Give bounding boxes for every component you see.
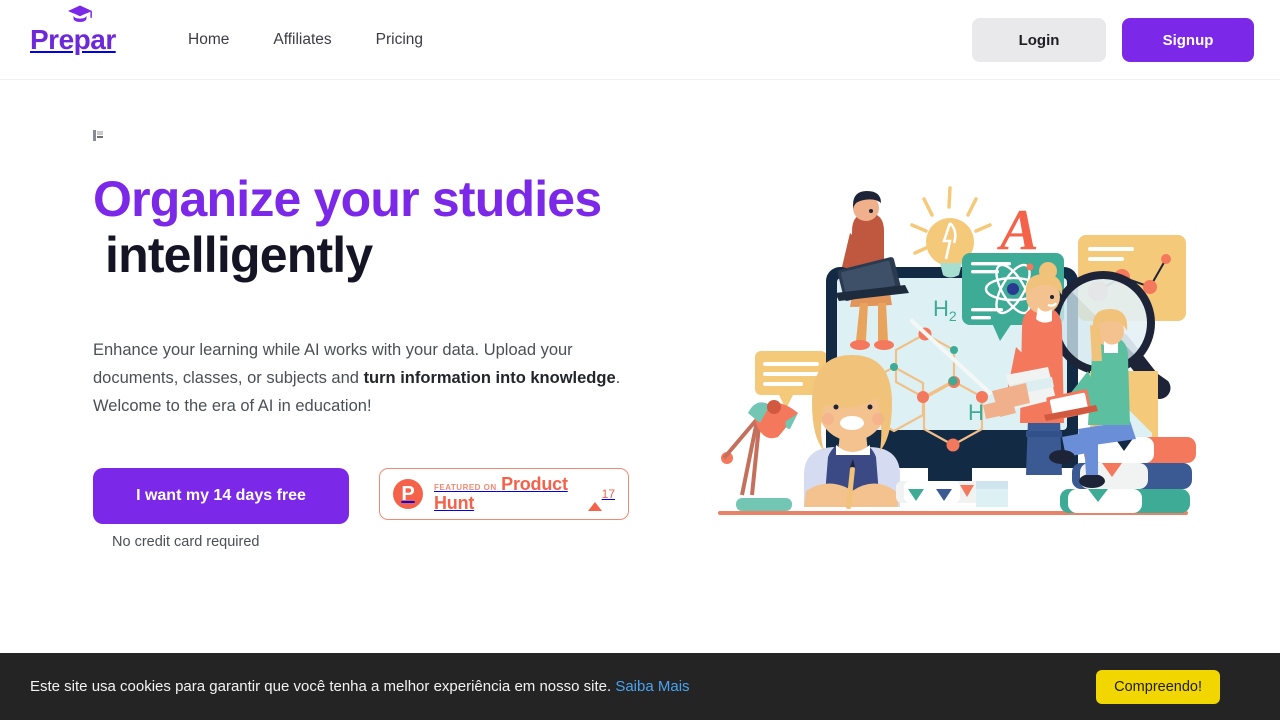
site-header: Prepar Home Affiliates Pricing Login Sig… xyxy=(0,0,1280,80)
cookie-accept-button[interactable]: Compreendo! xyxy=(1096,669,1220,704)
no-credit-card-note: No credit card required xyxy=(112,534,260,550)
hero-description-bold: turn information into knowledge xyxy=(363,369,616,387)
product-hunt-logo-icon: P xyxy=(393,479,423,509)
formula-h-label: H xyxy=(968,400,984,425)
nav-item-pricing[interactable]: Pricing xyxy=(376,31,423,49)
broken-image-placeholder-icon xyxy=(93,130,103,141)
logo-text: Prepar xyxy=(30,24,116,55)
hero-illustration: H2 H A xyxy=(700,175,1200,530)
cookie-consent-banner: Este site usa cookies para garantir que … xyxy=(0,653,1280,720)
product-hunt-name: Product Hunt xyxy=(434,474,568,513)
logo[interactable]: Prepar xyxy=(30,5,116,64)
student-at-desk-figure xyxy=(804,355,900,510)
page-title-accent: Organize your studies xyxy=(93,171,602,227)
signup-button[interactable]: Signup xyxy=(1122,18,1254,62)
product-hunt-votes: 17 xyxy=(587,485,615,511)
cta-group: I want my 14 days free No credit card re… xyxy=(93,468,349,550)
letter-a-icon: A xyxy=(997,197,1039,262)
login-button[interactable]: Login xyxy=(972,18,1106,62)
product-hunt-badge[interactable]: P FEATURED ON Product Hunt 17 xyxy=(379,468,629,520)
landing-page: Prepar Home Affiliates Pricing Login Sig… xyxy=(0,0,1280,720)
product-hunt-text: FEATURED ON Product Hunt xyxy=(434,475,577,513)
hero-description: Enhance your learning while AI works wit… xyxy=(93,336,633,420)
hero-content: Organize your studies intelligently Enha… xyxy=(93,130,693,550)
main-navigation: Home Affiliates Pricing xyxy=(188,0,423,80)
cookie-message-text: Este site usa cookies para garantir que … xyxy=(30,678,612,695)
nav-item-home[interactable]: Home xyxy=(188,31,229,49)
cookie-message: Este site usa cookies para garantir que … xyxy=(30,678,690,695)
nav-item-affiliates[interactable]: Affiliates xyxy=(273,31,331,49)
desk-papers-icon xyxy=(896,481,1008,507)
online-education-illustration-svg: H2 H A xyxy=(718,186,1196,515)
page-title: Organize your studies intelligently xyxy=(93,171,693,283)
product-hunt-vote-count: 17 xyxy=(601,487,615,501)
graduation-cap-icon xyxy=(68,5,92,22)
header-actions: Login Signup xyxy=(972,18,1254,62)
cta-row: I want my 14 days free No credit card re… xyxy=(93,468,629,550)
page-title-dark: intelligently xyxy=(105,227,373,283)
start-free-trial-button[interactable]: I want my 14 days free xyxy=(93,468,349,524)
upvote-arrow-icon xyxy=(587,485,602,511)
product-hunt-featured-label: FEATURED ON xyxy=(434,483,497,492)
desk-lamp-icon xyxy=(721,400,798,511)
cookie-learn-more-link[interactable]: Saiba Mais xyxy=(615,678,689,695)
